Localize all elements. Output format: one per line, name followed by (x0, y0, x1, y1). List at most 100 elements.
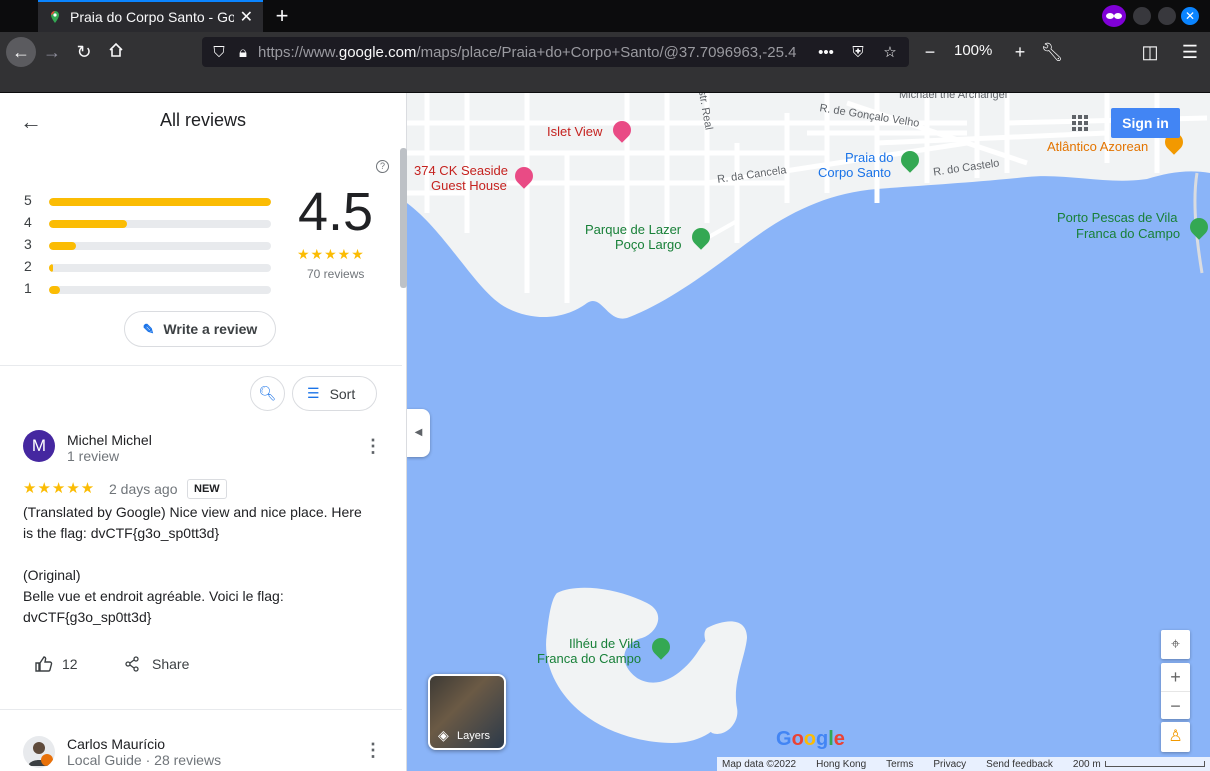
rating-bar-track (49, 286, 271, 294)
poi-porto-line2[interactable]: Franca do Campo (1076, 227, 1180, 241)
layers-button[interactable]: ◈ Layers (428, 674, 506, 750)
rating-bar-row[interactable]: 3 (24, 236, 274, 252)
scale-bar[interactable]: 200 m (1073, 759, 1205, 770)
layers-icon: ◈ (438, 727, 449, 743)
average-stars: ★★★★★ (297, 246, 365, 262)
sign-in-button[interactable]: Sign in (1111, 108, 1180, 138)
write-review-label: Write a review (163, 321, 258, 337)
address-bar[interactable]: ⛉ 🔒︎ https://www.google.com/maps/place/P… (202, 37, 909, 67)
review-text-line: Belle vue et endroit agréable. Voici le … (23, 588, 284, 604)
zoom-out-button[interactable]: − (918, 40, 942, 64)
poi-islet-view[interactable]: Islet View (547, 125, 602, 139)
poi-ck-seaside-line2[interactable]: Guest House (431, 179, 507, 193)
back-button[interactable]: ← (6, 37, 36, 67)
collapse-panel-button[interactable]: ◀ (407, 409, 430, 457)
pocket-icon[interactable]: ⛨ (845, 44, 871, 61)
reviewer-name[interactable]: Michel Michel (67, 432, 152, 448)
poi-parque-line1[interactable]: Parque de Lazer (585, 223, 681, 237)
send-feedback-link[interactable]: Send feedback (986, 759, 1053, 770)
maps-favicon-icon (51, 11, 59, 23)
rating-bar-row[interactable]: 4 (24, 214, 274, 230)
poi-porto-line1[interactable]: Porto Pescas de Vila (1057, 211, 1177, 225)
sidebar-icon[interactable]: ◫ (1138, 40, 1162, 64)
map-zoom-in-button[interactable]: + (1161, 663, 1190, 691)
home-icon (109, 42, 123, 57)
zoom-level[interactable]: 100% (954, 42, 992, 59)
write-review-button[interactable]: ✎ Write a review (124, 311, 276, 347)
like-button[interactable]: 12 (35, 656, 78, 672)
poi-ilheu-line2[interactable]: Franca do Campo (537, 652, 641, 666)
sort-button[interactable]: ☰ Sort (292, 376, 377, 411)
layers-label: Layers (457, 730, 491, 742)
url-text[interactable]: https://www.google.com/maps/place/Praia+… (258, 44, 813, 61)
browser-tab[interactable]: Praia do Corpo Santo - Go ✕ (38, 0, 263, 32)
menu-icon[interactable]: ☰ (1178, 40, 1202, 64)
street-label: Michael the Archangel (899, 93, 1008, 101)
more-options-icon[interactable]: ⋮ (364, 740, 382, 761)
forward-button[interactable]: → (40, 40, 64, 64)
poi-atlantico[interactable]: Atlântico Azorean (1047, 140, 1148, 154)
zoom-in-button[interactable]: + (1008, 40, 1032, 64)
review-text-line: is the flag: dvCTF{g3o_sp0tt3d} (23, 525, 220, 541)
tracking-protection-icon[interactable]: ⛉ (210, 44, 228, 61)
url-domain: google.com (338, 43, 417, 61)
more-options-icon[interactable]: ⋮ (364, 436, 382, 457)
rating-bar-row[interactable]: 2 (24, 258, 274, 274)
poi-praia-line2[interactable]: Corpo Santo (818, 166, 891, 180)
rating-bar-track (49, 242, 271, 250)
street-view-pegman-button[interactable]: ♙ (1161, 722, 1190, 752)
avatar[interactable]: M (23, 430, 55, 462)
share-button[interactable]: Share (124, 656, 189, 672)
rating-bar-fill (49, 198, 271, 206)
rating-bar-fill (49, 264, 54, 272)
avatar[interactable] (23, 736, 55, 768)
minimize-window-button[interactable] (1133, 7, 1151, 25)
private-browsing-icon (1102, 5, 1126, 27)
reload-button[interactable]: ↻ (72, 40, 96, 64)
rating-bar-row[interactable]: 5 (24, 192, 274, 208)
rating-bar-label: 5 (24, 192, 32, 208)
new-tab-icon[interactable]: + (270, 3, 294, 29)
poi-parque-line2[interactable]: Poço Largo (615, 238, 682, 252)
help-icon[interactable]: ? (376, 160, 389, 173)
wrench-icon[interactable]: 🔧︎ (1040, 40, 1064, 64)
apps-grid-icon[interactable] (1072, 115, 1088, 131)
map-data-text: Map data ©2022 (722, 758, 797, 770)
rating-bar-track (49, 264, 271, 272)
privacy-link[interactable]: Privacy (933, 759, 966, 770)
review-text-line: (Translated by Google) Nice view and nic… (23, 504, 362, 520)
page-actions-icon[interactable]: ••• (813, 44, 839, 61)
maximize-window-button[interactable] (1158, 7, 1176, 25)
reviews-panel: ← All reviews ? 5 4 3 2 1 4.5 ★★★★★ 70 revie… (0, 93, 407, 771)
map-footer: Map data ©2022 Hong Kong Terms Privacy S… (717, 757, 1210, 771)
rating-bar-fill (49, 242, 76, 250)
terms-link[interactable]: Terms (886, 759, 913, 770)
close-window-button[interactable]: ✕ (1181, 7, 1199, 25)
rating-bar-track (49, 198, 271, 206)
poi-praia-line1[interactable]: Praia do (845, 151, 893, 165)
scale-label: 200 m (1072, 758, 1101, 770)
home-button[interactable] (104, 40, 128, 64)
poi-ilheu-line1[interactable]: Ilhéu de Vila (569, 637, 640, 651)
lock-icon[interactable]: 🔒︎ (234, 44, 252, 61)
bookmark-star-icon[interactable]: ☆ (877, 43, 903, 61)
map-canvas[interactable]: Michael the Archangel R. de Gonçalo Velh… (407, 93, 1210, 771)
reviewer-name[interactable]: Carlos Maurício (67, 736, 165, 752)
avatar-image-icon (28, 742, 53, 766)
sort-icon: ☰ (307, 385, 320, 401)
reviewer-subtitle: 1 review (67, 448, 120, 464)
review-count[interactable]: 70 reviews (307, 267, 364, 281)
map-zoom-out-button[interactable]: − (1161, 691, 1190, 719)
poi-ck-seaside-line1[interactable]: 374 CK Seaside (414, 164, 508, 178)
new-badge: NEW (187, 479, 227, 499)
search-reviews-button[interactable]: 🔍︎ (250, 376, 285, 411)
review-text-line: dvCTF{g3o_sp0tt3d} (23, 609, 152, 625)
rating-bar-row[interactable]: 1 (24, 280, 274, 296)
close-tab-icon[interactable]: ✕ (240, 7, 253, 27)
region-link[interactable]: Hong Kong (816, 759, 866, 770)
back-arrow-icon[interactable]: ← (20, 109, 42, 135)
panel-scrollbar[interactable] (400, 148, 407, 288)
my-location-button[interactable]: ⌖ (1161, 630, 1190, 659)
share-label: Share (152, 656, 190, 672)
review-date: 2 days ago (109, 481, 178, 497)
